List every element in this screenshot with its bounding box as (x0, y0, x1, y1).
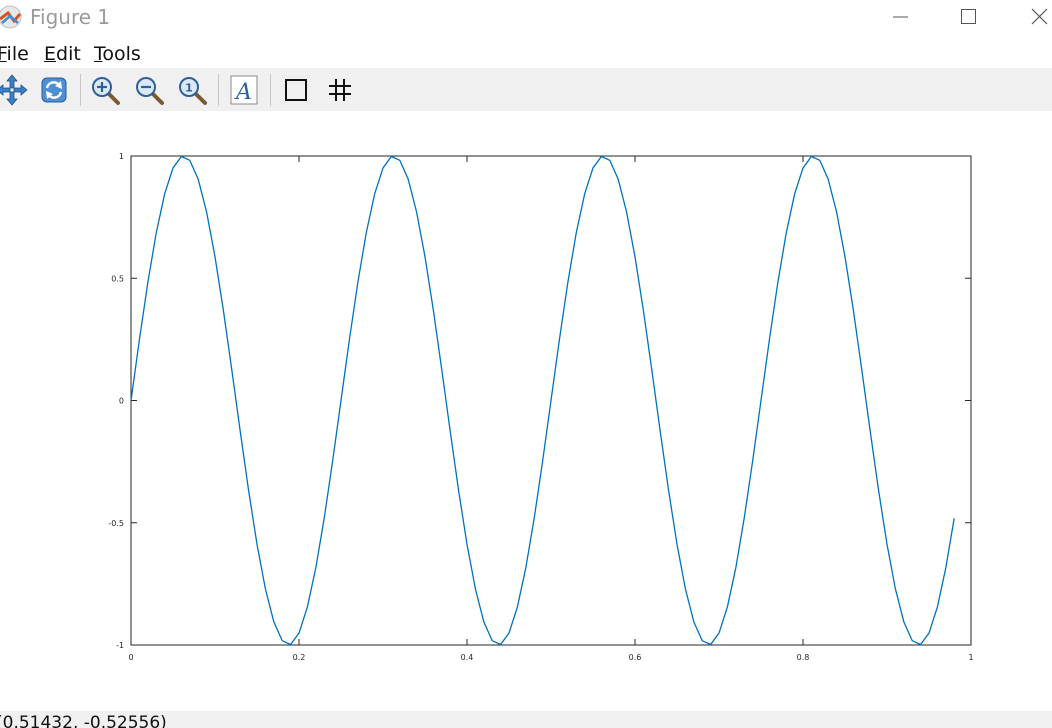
zoom-out-button[interactable] (131, 72, 167, 108)
y-tick-label: 0 (119, 397, 124, 406)
x-tick-label: 0 (128, 653, 133, 662)
zoom-reset-button[interactable]: 1 (174, 72, 210, 108)
menu-bar: File Edit Tools (0, 40, 1052, 68)
zoom-reset-icon: 1 (179, 77, 207, 105)
close-button[interactable] (1020, 4, 1052, 30)
toggle-box-icon (285, 79, 307, 101)
minimize-icon (893, 16, 908, 18)
toggle-grid-button[interactable] (322, 72, 358, 108)
rotate-button[interactable] (36, 72, 72, 108)
x-tick-label: 0.6 (629, 653, 642, 662)
x-tick-label: 0.2 (293, 653, 306, 662)
menu-edit-label: dit (56, 43, 81, 65)
x-tick-label: 0.4 (461, 653, 474, 662)
insert-text-icon: A (230, 75, 258, 105)
title-bar: Figure 1 (0, 0, 1052, 36)
toolbar-separator (218, 74, 219, 106)
menu-edit-mnemonic: E (44, 43, 57, 65)
octave-app-icon (0, 5, 22, 29)
x-tick-label: 1 (968, 653, 973, 662)
menu-edit[interactable]: Edit (44, 42, 81, 66)
toolbar: 1 A (0, 68, 1052, 111)
toggle-grid-icon (329, 79, 351, 101)
pan-button[interactable] (0, 72, 30, 108)
y-tick-label: -0.5 (108, 519, 124, 528)
x-tick-label: 0.8 (797, 653, 810, 662)
line-plot[interactable]: 0 0.2 0.4 0.6 0.8 1 -1 -0.5 0 0.5 1 (0, 111, 1052, 711)
close-icon (1031, 8, 1048, 25)
zoom-out-icon (136, 77, 164, 105)
y-tick-label: 0.5 (111, 274, 124, 283)
menu-file[interactable]: File (0, 42, 29, 66)
cursor-coordinates: (0.51432, -0.52556) (0, 713, 167, 728)
figure-canvas[interactable]: 0 0.2 0.4 0.6 0.8 1 -1 -0.5 0 0.5 1 (0, 111, 1052, 711)
menu-file-label: ile (6, 43, 29, 65)
toggle-box-button[interactable] (278, 72, 314, 108)
pan-icon (0, 74, 28, 106)
toolbar-separator (80, 74, 81, 106)
menu-tools[interactable]: Tools (94, 42, 141, 66)
minimize-button[interactable] (882, 4, 918, 30)
menu-tools-label: ools (102, 43, 141, 65)
svg-text:A: A (234, 80, 252, 105)
zoom-in-button[interactable] (87, 72, 123, 108)
toolbar-separator (270, 74, 271, 106)
status-bar: (0.51432, -0.52556) (0, 711, 1052, 728)
y-tick-label: -1 (116, 641, 124, 650)
zoom-in-icon (92, 77, 120, 105)
rotate-icon (41, 77, 67, 103)
maximize-icon (961, 9, 976, 24)
maximize-button[interactable] (950, 4, 986, 30)
insert-text-button[interactable]: A (226, 72, 262, 108)
y-tick-label: 1 (119, 152, 124, 161)
svg-text:1: 1 (185, 82, 193, 95)
window-title: Figure 1 (30, 5, 111, 29)
